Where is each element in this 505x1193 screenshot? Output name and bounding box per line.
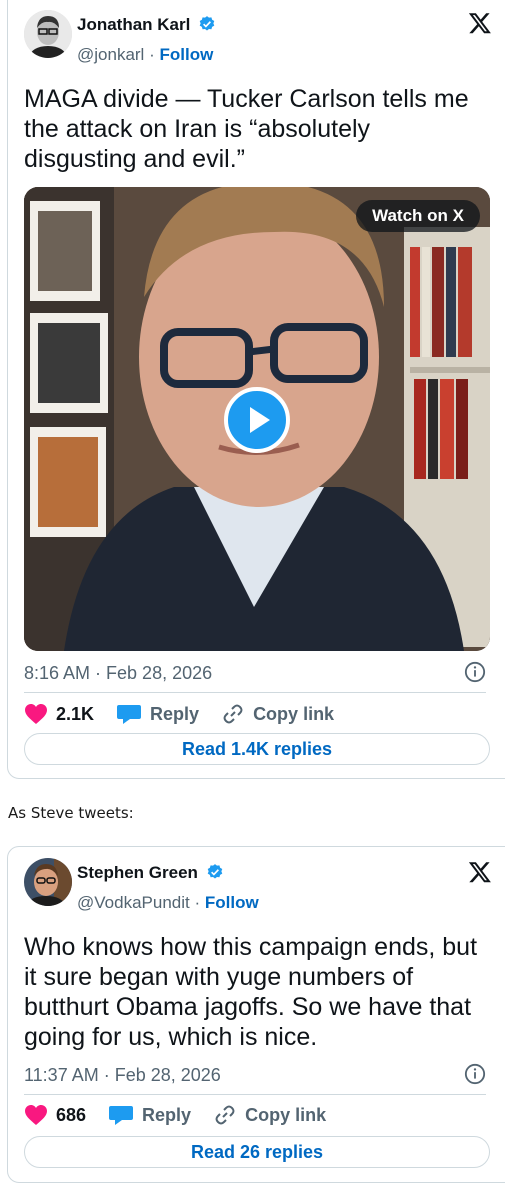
read-replies-button[interactable]: Read 26 replies	[24, 1136, 490, 1168]
verified-badge-icon	[199, 16, 215, 31]
reply-label: Reply	[142, 1104, 192, 1125]
info-icon[interactable]	[464, 1063, 486, 1085]
author-name[interactable]: Stephen Green	[77, 863, 224, 883]
avatar[interactable]	[24, 10, 72, 58]
heart-icon	[25, 1105, 47, 1125]
like-button[interactable]: 686	[24, 1104, 86, 1126]
copy-link-button[interactable]: Copy link	[221, 702, 334, 726]
author-name[interactable]: Jonathan Karl	[77, 15, 216, 35]
tweet-text: Who knows how this campaign ends, but it…	[24, 933, 478, 1051]
heart-icon	[25, 704, 47, 724]
timestamp[interactable]: 11:37 AM · Feb 28, 2026	[24, 1065, 221, 1086]
reply-button[interactable]: Reply	[116, 702, 199, 726]
verified-badge-icon	[207, 864, 222, 879]
play-icon	[250, 407, 270, 433]
reply-bubble-icon	[109, 1106, 134, 1125]
read-replies-button[interactable]: Read 1.4K replies	[24, 733, 490, 765]
play-button[interactable]	[224, 387, 290, 453]
copy-link-label: Copy link	[245, 1104, 327, 1125]
copy-link-label: Copy link	[253, 703, 335, 724]
action-bar: 2.1K Reply Copy link	[24, 702, 356, 726]
timestamp[interactable]: 8:16 AM · Feb 28, 2026	[24, 663, 212, 684]
handle[interactable]: @jonkarl	[77, 45, 144, 64]
tweet-text: MAGA divide — Tucker Carlson tells me th…	[24, 85, 469, 173]
reply-bubble-icon	[117, 705, 142, 724]
reply-button[interactable]: Reply	[108, 1103, 191, 1127]
info-icon[interactable]	[464, 661, 486, 683]
x-logo-icon[interactable]	[468, 11, 492, 35]
tweet-card-jonkarl: Jonathan Karl @jonkarl · Follow MAGA div…	[7, 0, 505, 779]
watch-on-x-button[interactable]: Watch on X	[356, 200, 480, 232]
like-count: 686	[56, 1104, 87, 1125]
divider	[24, 692, 486, 693]
handle[interactable]: @VodkaPundit	[77, 893, 190, 912]
separator: ·	[194, 893, 201, 912]
follow-button[interactable]: Follow	[205, 893, 259, 912]
copy-link-button[interactable]: Copy link	[213, 1103, 326, 1127]
separator: ·	[149, 45, 155, 64]
handle-row: @VodkaPundit · Follow	[77, 893, 259, 913]
handle-row: @jonkarl · Follow	[77, 45, 213, 65]
x-logo-icon[interactable]	[468, 860, 492, 884]
avatar[interactable]	[24, 858, 72, 906]
link-icon	[223, 704, 243, 724]
follow-button[interactable]: Follow	[159, 45, 213, 64]
between-text: As Steve tweets:	[8, 804, 134, 822]
like-button[interactable]: 2.1K	[24, 703, 94, 725]
video-player[interactable]: Watch on X	[24, 187, 490, 651]
divider	[24, 1094, 486, 1095]
action-bar: 686 Reply Copy link	[24, 1103, 348, 1127]
like-count: 2.1K	[56, 703, 95, 724]
reply-label: Reply	[150, 703, 200, 724]
link-icon	[215, 1105, 235, 1125]
tweet-card-vodkapundit: Stephen Green @VodkaPundit · Follow Who …	[7, 846, 505, 1183]
